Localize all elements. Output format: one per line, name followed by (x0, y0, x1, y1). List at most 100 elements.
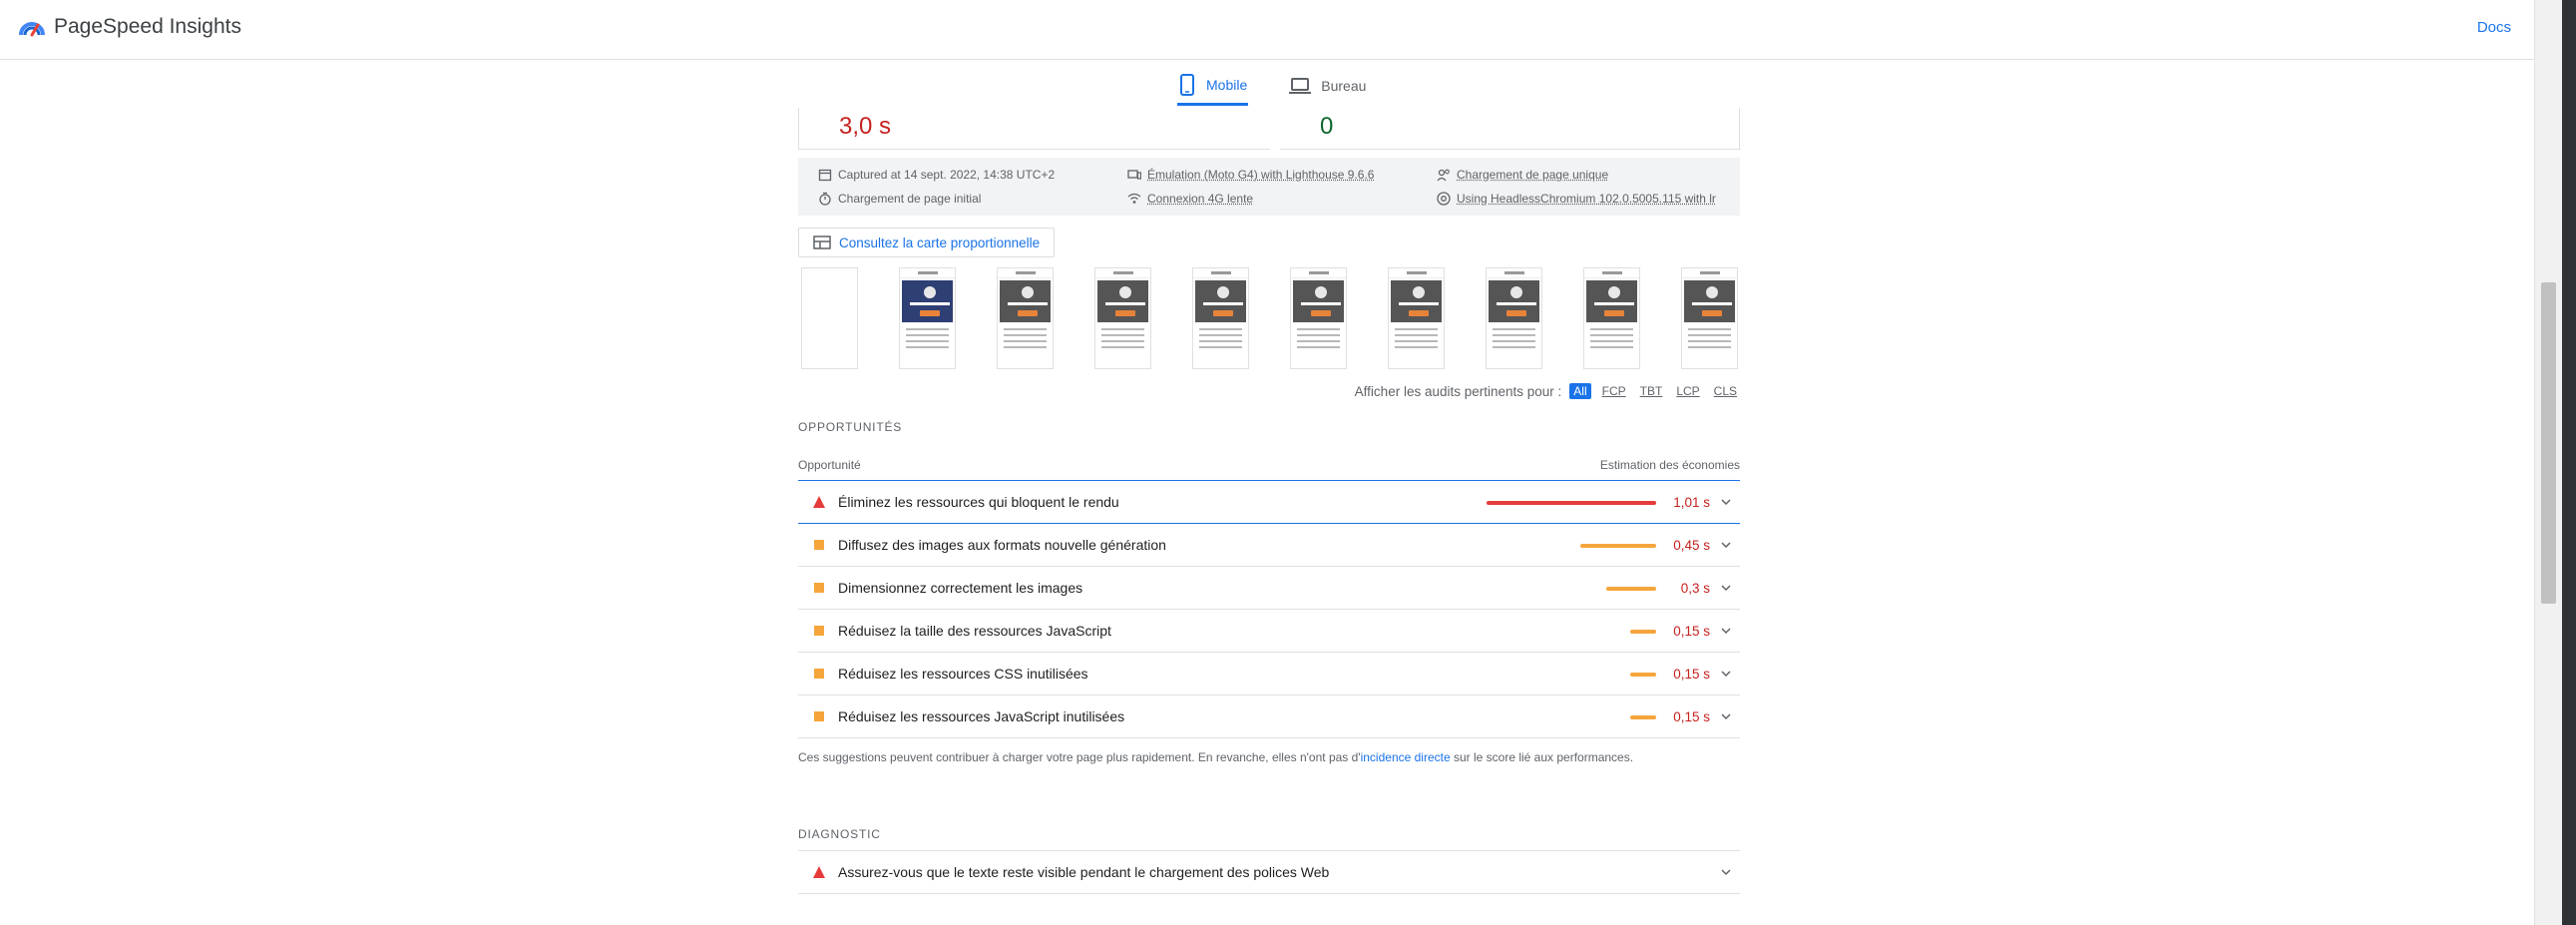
savings-value: 0,15 s (1673, 666, 1710, 682)
filmstrip-frame (1094, 267, 1151, 369)
calendar-icon (818, 169, 832, 181)
average-square-icon (814, 583, 824, 593)
metrics-row: 3,0 s 0 (798, 108, 1741, 150)
device-tabs: Mobile Bureau (1177, 66, 1367, 106)
filmstrip-frame (801, 267, 858, 369)
savings-bar (1630, 673, 1656, 677)
filmstrip-frame (1192, 267, 1249, 369)
chevron-down-icon[interactable] (1720, 866, 1732, 878)
opportunities-header: Opportunité Estimation des économies (798, 458, 1740, 481)
people-icon (1437, 169, 1450, 182)
metric-value: 0 (1320, 113, 1334, 140)
fail-triangle-icon (813, 866, 825, 878)
tab-label: Bureau (1321, 78, 1367, 94)
scrollbar-thumb[interactable] (2541, 282, 2556, 604)
fail-triangle-icon (813, 496, 825, 508)
opportunity-row[interactable]: Dimensionnez correctement les images 0,3 … (798, 567, 1740, 610)
laptop-icon (1289, 78, 1312, 94)
opportunity-row[interactable]: Réduisez les ressources CSS inutilisées 0… (798, 653, 1740, 695)
audit-title: Assurez-vous que le texte reste visible … (838, 864, 1330, 880)
filter-chip-all[interactable]: All (1569, 383, 1591, 399)
filmstrip-frame (1388, 267, 1445, 369)
runtime-text: Chargement de page initial (838, 192, 982, 207)
note-text: sur le score lié aux performances. (1450, 750, 1634, 764)
treemap-button-label: Consultez la carte proportionnelle (839, 234, 1041, 250)
tab-mobile[interactable]: Mobile (1177, 66, 1249, 106)
runtime-item[interactable]: Chargement de page unique (1437, 167, 1736, 183)
filmstrip-frame (1583, 267, 1640, 369)
runtime-text: Using HeadlessChromium 102.0.5005.115 wi… (1457, 192, 1716, 207)
savings-bar (1630, 715, 1656, 719)
runtime-text: Émulation (Moto G4) with Lighthouse 9.6.… (1147, 167, 1375, 182)
chevron-down-icon[interactable] (1720, 539, 1732, 551)
filmstrip-frame (1486, 267, 1542, 369)
tab-desktop[interactable]: Bureau (1288, 66, 1367, 106)
chevron-down-icon[interactable] (1720, 625, 1732, 637)
timer-icon (819, 193, 831, 206)
column-header: Opportunité (798, 458, 861, 472)
runtime-item: Chargement de page initial (818, 192, 1127, 208)
docs-link[interactable]: Docs (2477, 19, 2511, 36)
filmstrip (798, 267, 1740, 371)
opportunity-row[interactable]: Réduisez la taille des ressources JavaSc… (798, 610, 1740, 653)
wifi-icon (1127, 194, 1141, 205)
average-square-icon (814, 711, 824, 721)
metric-value: 3,0 s (839, 113, 892, 140)
runtime-settings: Captured at 14 sept. 2022, 14:38 UTC+2 É… (798, 158, 1740, 216)
chevron-down-icon[interactable] (1720, 668, 1732, 680)
brand[interactable]: PageSpeed Insights (18, 13, 241, 41)
runtime-text: Chargement de page unique (1457, 167, 1609, 182)
filmstrip-frame (1290, 267, 1347, 369)
opportunity-row[interactable]: Diffusez des images aux formats nouvelle… (798, 524, 1740, 567)
filter-chip-lcp[interactable]: LCP (1673, 383, 1702, 399)
savings-value: 0,15 s (1673, 623, 1710, 639)
average-square-icon (814, 626, 824, 636)
report-main: 3,0 s 0 Captured at 14 sept. 2022, 14:38… (798, 108, 1741, 894)
savings-bar (1487, 501, 1656, 505)
view-treemap-button[interactable]: Consultez la carte proportionnelle (798, 228, 1056, 257)
column-header: Estimation des économies (1599, 458, 1740, 472)
incidence-link[interactable]: incidence directe (1361, 750, 1451, 764)
filter-chip-tbt[interactable]: TBT (1637, 383, 1666, 399)
average-square-icon (814, 540, 824, 550)
runtime-item[interactable]: Connexion 4G lente (1127, 192, 1437, 208)
filter-chip-fcp[interactable]: FCP (1599, 383, 1629, 399)
phone-icon (1180, 73, 1194, 96)
opportunities-title: OPPORTUNITÉS (798, 420, 903, 434)
divider (1280, 149, 1741, 150)
filmstrip-frame (899, 267, 956, 369)
filmstrip-frame (1681, 267, 1738, 369)
window-edge (2562, 0, 2576, 925)
filter-label: Afficher les audits pertinents pour : (1354, 383, 1562, 399)
audit-filter: Afficher les audits pertinents pour : Al… (798, 383, 1740, 399)
audit-title: Réduisez la taille des ressources JavaSc… (838, 623, 1111, 639)
chevron-down-icon[interactable] (1720, 582, 1732, 594)
savings-bar (1580, 544, 1656, 548)
savings-value: 0,45 s (1673, 537, 1710, 553)
runtime-text: Captured at 14 sept. 2022, 14:38 UTC+2 (838, 167, 1056, 182)
savings-value: 1,01 s (1673, 494, 1710, 510)
opportunity-row[interactable]: Réduisez les ressources JavaScript inuti… (798, 695, 1740, 738)
runtime-item[interactable]: Émulation (Moto G4) with Lighthouse 9.6.… (1127, 167, 1437, 183)
divider (799, 149, 1270, 150)
opportunities-note: Ces suggestions peuvent contribuer à cha… (798, 750, 1740, 764)
filter-chip-cls[interactable]: CLS (1711, 383, 1740, 399)
runtime-item[interactable]: Using HeadlessChromium 102.0.5005.115 wi… (1437, 192, 1736, 208)
average-square-icon (814, 669, 824, 679)
chevron-down-icon[interactable] (1720, 710, 1732, 722)
audit-title: Réduisez les ressources JavaScript inuti… (838, 708, 1125, 724)
device-icon (1127, 170, 1141, 180)
opportunities-list: Éliminez les ressources qui bloquent le … (798, 481, 1740, 738)
opportunity-row[interactable]: Éliminez les ressources qui bloquent le … (798, 481, 1740, 524)
diagnostic-title: DIAGNOSTIC (798, 827, 1740, 851)
diagnostic-audit-row[interactable]: Assurez-vous que le texte reste visible … (798, 851, 1740, 894)
runtime-item: Captured at 14 sept. 2022, 14:38 UTC+2 (818, 167, 1127, 183)
audit-title: Dimensionnez correctement les images (838, 580, 1083, 596)
top-bar: PageSpeed Insights Docs (0, 0, 2534, 60)
pagespeed-logo-icon (19, 22, 45, 37)
savings-value: 0,3 s (1680, 580, 1710, 596)
savings-value: 0,15 s (1673, 708, 1710, 724)
chevron-down-icon[interactable] (1720, 496, 1732, 508)
treemap-icon (813, 235, 831, 249)
tab-label: Mobile (1206, 76, 1248, 93)
